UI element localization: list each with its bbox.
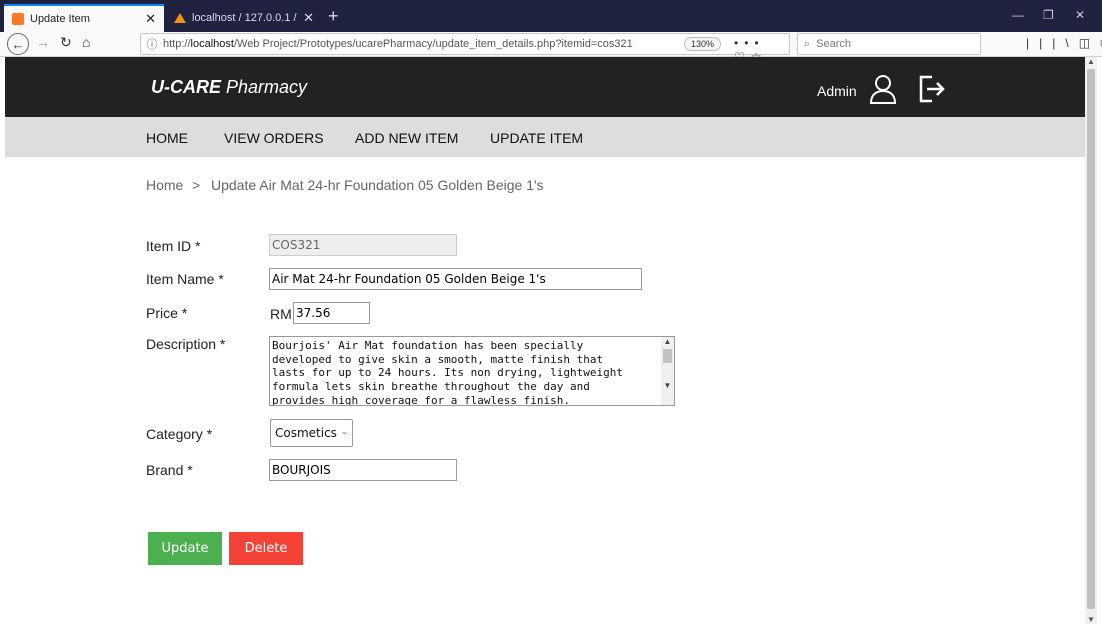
- logout-icon[interactable]: [918, 74, 946, 104]
- user-icon[interactable]: [869, 74, 897, 104]
- tab-title: localhost / 127.0.0.1 / ucarephar: [192, 12, 299, 24]
- scroll-down-icon[interactable]: ▼: [1085, 615, 1097, 624]
- category-value: Cosmetics: [275, 426, 337, 440]
- new-tab-icon[interactable]: +: [328, 6, 339, 27]
- search-placeholder: Search: [816, 38, 852, 50]
- minimize-icon[interactable]: —: [1012, 8, 1024, 22]
- scroll-down-icon[interactable]: ▼: [661, 381, 674, 390]
- brand-label: Brand *: [146, 462, 193, 478]
- scroll-thumb[interactable]: [1087, 69, 1095, 609]
- url-text: http://localhost/Web Project/Prototypes/…: [163, 38, 633, 50]
- more-actions-icon: •••: [734, 36, 765, 50]
- menu-item-home[interactable]: HOME: [146, 130, 188, 146]
- library-icon[interactable]: |||\: [1026, 36, 1079, 50]
- chevron-down-icon: ⌄: [340, 427, 348, 437]
- reload-icon[interactable]: ↻: [60, 34, 72, 51]
- price-label: Price *: [146, 305, 188, 321]
- tab-title: Update Item: [30, 13, 90, 25]
- home-icon[interactable]: ⌂: [82, 34, 90, 50]
- main-menu: HOME VIEW ORDERS ADD NEW ITEM UPDATE ITE…: [5, 117, 1085, 157]
- scroll-thumb[interactable]: [663, 349, 672, 363]
- zoom-indicator[interactable]: 130%: [684, 37, 722, 51]
- description-textarea[interactable]: Bourjois' Air Mat foundation has been sp…: [269, 336, 675, 406]
- admin-label: Admin: [817, 83, 857, 99]
- item-name-label: Item Name *: [146, 271, 224, 287]
- item-name-field[interactable]: Air Mat 24-hr Foundation 05 Golden Beige…: [269, 268, 642, 290]
- menu-item-add-new-item[interactable]: ADD NEW ITEM: [355, 130, 458, 146]
- breadcrumb-home[interactable]: Home: [146, 177, 183, 193]
- sidebar-icon[interactable]: ◫: [1079, 36, 1100, 50]
- breadcrumb-separator-icon: >: [192, 177, 201, 193]
- tab-update-item[interactable]: Update Item ✕: [4, 4, 164, 32]
- page-scrollbar[interactable]: ▲ ▼: [1085, 57, 1097, 624]
- breadcrumb-current: Update Air Mat 24-hr Foundation 05 Golde…: [211, 177, 544, 193]
- delete-button[interactable]: Delete: [229, 532, 303, 565]
- browser-tab-bar: Update Item ✕ localhost / 127.0.0.1 / uc…: [0, 0, 1102, 32]
- scroll-up-icon[interactable]: ▲: [1085, 57, 1097, 66]
- menu-item-view-orders[interactable]: VIEW ORDERS: [224, 130, 324, 146]
- menu-item-update-item[interactable]: UPDATE ITEM: [490, 130, 583, 146]
- site-info-icon[interactable]: ⓘ: [141, 36, 163, 52]
- update-button[interactable]: Update: [148, 532, 222, 565]
- brand-field[interactable]: BOURJOIS: [269, 459, 457, 481]
- site-header: U-CARE Pharmacy Admin: [5, 57, 1085, 117]
- item-id-label: Item ID *: [146, 238, 201, 254]
- tab-phpmyadmin[interactable]: localhost / 127.0.0.1 / ucarephar ✕: [166, 4, 322, 32]
- restore-icon[interactable]: ❐: [1043, 8, 1054, 22]
- category-label: Category *: [146, 426, 213, 442]
- category-select[interactable]: Cosmetics ⌄: [270, 419, 353, 447]
- search-icon: ⌕: [804, 37, 811, 50]
- page: U-CARE Pharmacy Admin HOME VIEW ORDERS A…: [5, 57, 1085, 624]
- currency-label: RM: [270, 306, 292, 322]
- description-label: Description *: [146, 336, 226, 352]
- close-tab-icon[interactable]: ✕: [303, 10, 314, 26]
- toolbar-right: |||\◫≡: [1026, 36, 1102, 50]
- search-bar[interactable]: ⌕ Search: [797, 33, 981, 55]
- brand-logo[interactable]: U-CARE Pharmacy: [151, 77, 307, 98]
- scroll-up-icon[interactable]: ▲: [661, 337, 674, 346]
- xampp-favicon-icon: [12, 13, 24, 25]
- close-window-icon[interactable]: ✕: [1075, 8, 1085, 22]
- item-id-field: COS321: [269, 234, 457, 256]
- phpmyadmin-favicon-icon: [174, 13, 186, 23]
- back-icon[interactable]: ←: [7, 33, 29, 55]
- price-field[interactable]: 37.56: [293, 302, 370, 324]
- url-bar[interactable]: ⓘ http://localhost/Web Project/Prototype…: [140, 33, 790, 64]
- browser-nav-bar: ← → ↻ ⌂ ⓘ http://localhost/Web Project/P…: [0, 32, 1102, 64]
- forward-icon[interactable]: →: [36, 34, 50, 50]
- description-scrollbar[interactable]: ▲ ▼: [661, 337, 674, 405]
- close-tab-icon[interactable]: ✕: [145, 11, 156, 27]
